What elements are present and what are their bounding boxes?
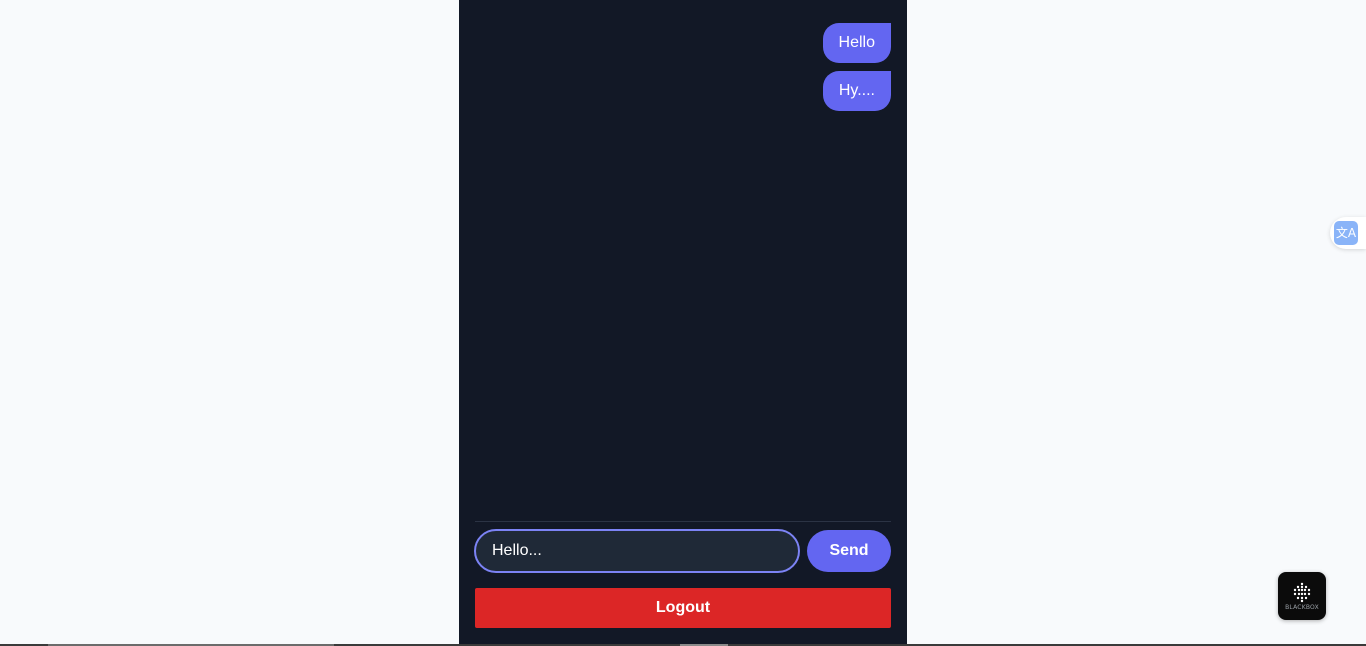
send-button[interactable]: Send [807, 530, 891, 572]
composer: Send [474, 529, 891, 573]
translate-icon: 文A [1334, 221, 1358, 245]
blackbox-widget[interactable]: BLACKBOX [1278, 572, 1326, 620]
input-divider [475, 521, 891, 522]
logout-button[interactable]: Logout [475, 588, 891, 628]
blackbox-label: BLACKBOX [1285, 604, 1319, 611]
blackbox-logo-icon [1293, 582, 1311, 603]
message-bubble: Hello [822, 23, 891, 63]
message-list: Hello Hy.... [475, 23, 891, 111]
chat-panel: Hello Hy.... Send Logout [459, 0, 907, 644]
message-bubble: Hy.... [822, 71, 891, 111]
translate-widget[interactable]: 文A [1330, 217, 1366, 249]
page: Hello Hy.... Send Logout 文A BLACKBOX [0, 0, 1366, 646]
message-input[interactable] [474, 529, 800, 573]
